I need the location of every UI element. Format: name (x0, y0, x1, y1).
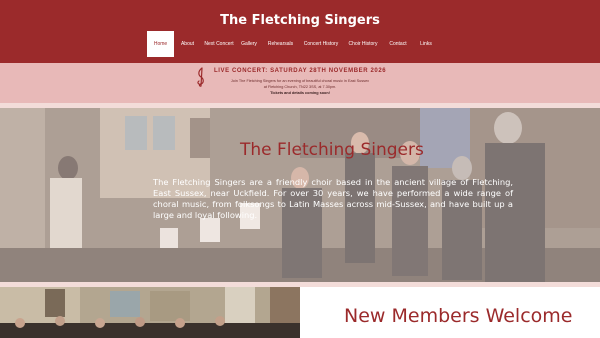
nav-item-home[interactable]: Home (147, 31, 174, 57)
church-interior-image (0, 287, 300, 338)
hero-description: The Fletching Singers are a friendly cho… (153, 177, 513, 220)
nav-item-choir-history[interactable]: Choir History (342, 31, 384, 57)
nav-item-next-concert[interactable]: Next Concert (201, 31, 237, 57)
nav-item-gallery[interactable]: Gallery (237, 31, 261, 57)
announcement-title: LIVE CONCERT: SATURDAY 28TH NOVEMBER 202… (214, 68, 387, 74)
site-title[interactable]: The Fletching Singers (0, 13, 600, 28)
nav-item-links[interactable]: Links (412, 31, 440, 57)
nav-item-rehearsals[interactable]: Rehearsals (261, 31, 300, 57)
announcement-tickets: Tickets and details coming soon! (270, 91, 330, 95)
nav-item-about[interactable]: About (174, 31, 201, 57)
choir-church-photo (0, 287, 300, 338)
announcement-line: Join The Fletching Singers for an evenin… (230, 79, 370, 83)
nav-item-contact[interactable]: Contact (384, 31, 412, 57)
main-nav: Home About Next Concert Gallery Rehearsa… (147, 31, 440, 57)
site-header: The Fletching Singers Home About Next Co… (0, 0, 600, 63)
hero-title: The Fletching Singers (240, 140, 424, 160)
announcement-line: at Fletching Church, TN22 3SS, at 7.30pm… (263, 85, 337, 89)
nav-item-concert-history[interactable]: Concert History (300, 31, 342, 57)
treble-clef-icon (197, 67, 204, 87)
new-members-heading: New Members Welcome (344, 305, 573, 327)
